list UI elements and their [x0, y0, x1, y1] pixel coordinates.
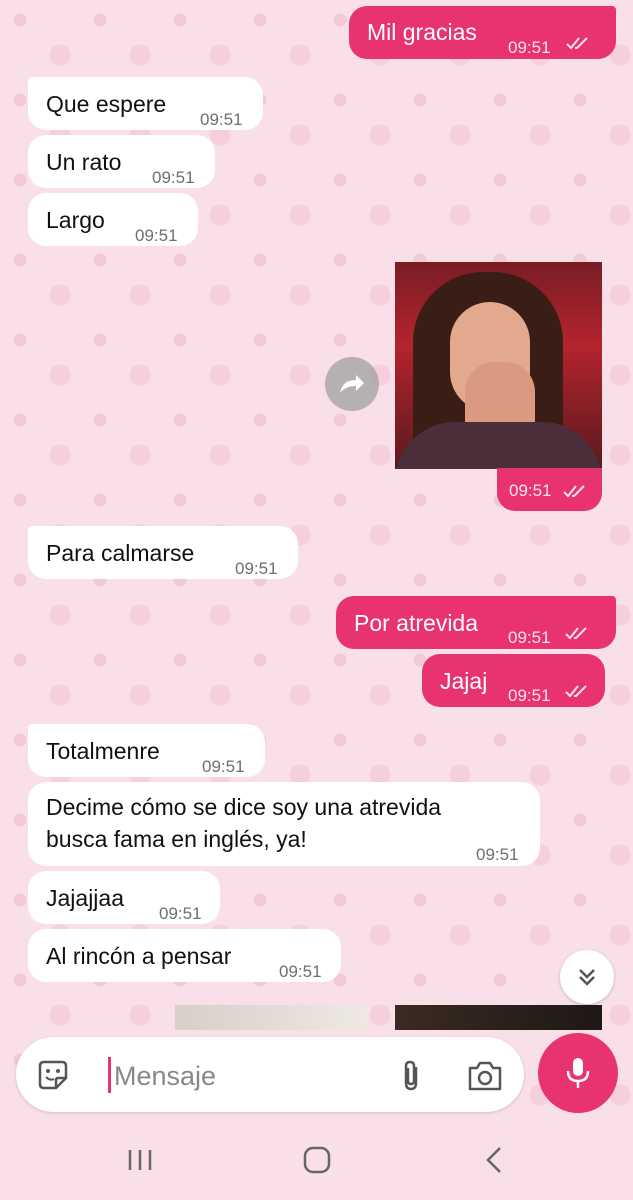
incoming-message[interactable]: Largo 09:51: [28, 193, 198, 246]
message-time: 09:51: [135, 226, 178, 245]
message-input[interactable]: [112, 1053, 396, 1099]
incoming-message[interactable]: Decime cómo se dice soy una atrevida bus…: [28, 782, 540, 866]
back-button[interactable]: [474, 1142, 514, 1178]
image-message-partial[interactable]: [175, 1005, 367, 1030]
double-check-icon: [565, 627, 587, 640]
recents-icon: [128, 1150, 152, 1170]
message-time: 09:51: [508, 628, 551, 647]
message-text: Largo: [46, 207, 105, 233]
message-time: 09:51: [508, 38, 551, 57]
incoming-message[interactable]: Al rincón a pensar 09:51: [28, 929, 341, 982]
image-message-partial[interactable]: [395, 1005, 602, 1030]
home-button[interactable]: [297, 1142, 337, 1178]
back-icon: [486, 1147, 501, 1173]
mic-icon: [566, 1058, 590, 1088]
message-time: 09:51: [152, 168, 195, 187]
double-check-icon: [563, 485, 585, 498]
incoming-message[interactable]: Jajajjaa 09:51: [28, 871, 220, 924]
message-time: 09:51: [235, 559, 278, 578]
incoming-message[interactable]: Para calmarse 09:51: [28, 526, 298, 579]
image-message-footer: 09:51: [497, 468, 602, 511]
message-text: Por atrevida: [354, 610, 479, 636]
image-message[interactable]: [395, 262, 602, 469]
message-text-line-2: busca fama en inglés, ya!: [46, 826, 307, 852]
home-icon: [303, 1146, 331, 1174]
incoming-message[interactable]: Que espere 09:51: [28, 77, 263, 130]
message-text: Totalmenre: [46, 738, 160, 764]
recents-button[interactable]: [120, 1142, 160, 1178]
outgoing-message[interactable]: Jajaj 09:51: [422, 654, 605, 707]
sticker-icon[interactable]: [36, 1058, 70, 1092]
scroll-to-bottom-button[interactable]: [560, 950, 614, 1004]
incoming-message[interactable]: Totalmenre 09:51: [28, 724, 265, 777]
voice-record-button[interactable]: [538, 1033, 618, 1113]
system-navigation-bar: [0, 1120, 633, 1200]
incoming-message[interactable]: Un rato 09:51: [28, 135, 215, 188]
message-text: Que espere: [46, 91, 167, 117]
message-text: Al rincón a pensar: [46, 943, 232, 969]
text-cursor: [108, 1057, 111, 1093]
message-text-line-1: Decime cómo se dice soy una atrevida: [46, 794, 442, 820]
message-time: 09:51: [476, 845, 519, 864]
message-text: Un rato: [46, 149, 122, 175]
camera-icon[interactable]: [466, 1059, 504, 1093]
message-time: 09:51: [279, 962, 322, 981]
message-text: Mil gracias: [367, 19, 477, 45]
message-composer: [16, 1037, 524, 1112]
outgoing-message[interactable]: Por atrevida 09:51: [336, 596, 616, 649]
double-check-icon: [566, 37, 588, 50]
message-time: 09:51: [202, 757, 245, 776]
message-text: Jajajjaa: [46, 885, 124, 911]
message-time: 09:51: [159, 904, 202, 923]
message-time: 09:51: [509, 481, 552, 500]
forward-button[interactable]: [325, 357, 379, 411]
outgoing-message[interactable]: Mil gracias 09:51: [349, 6, 616, 59]
message-time: 09:51: [200, 110, 243, 129]
double-chevron-down-icon: [579, 969, 595, 986]
attach-icon[interactable]: [396, 1059, 426, 1093]
forward-icon: [340, 375, 364, 393]
message-text: Jajaj: [440, 668, 488, 694]
double-check-icon: [565, 685, 587, 698]
message-time: 09:51: [508, 686, 551, 705]
message-text: Para calmarse: [46, 540, 195, 566]
